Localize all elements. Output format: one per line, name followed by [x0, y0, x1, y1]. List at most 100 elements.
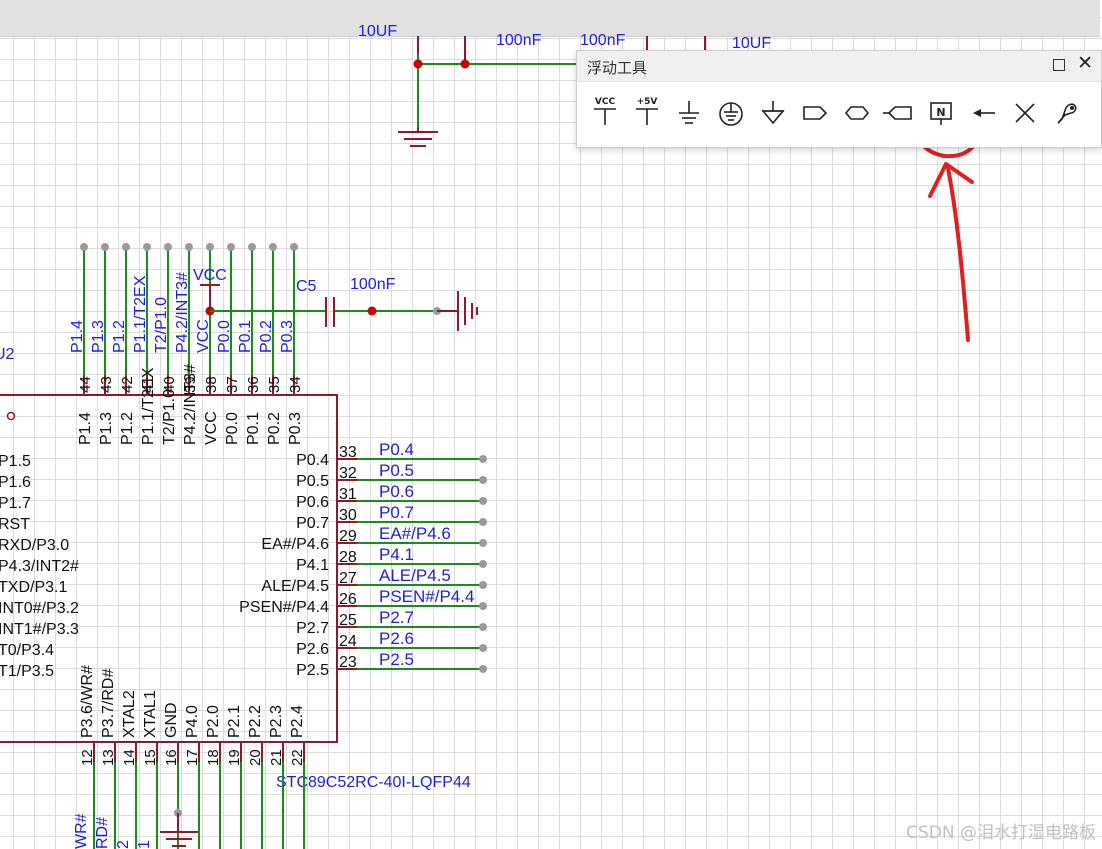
right-net-label[interactable]: P2.7 — [379, 608, 414, 627]
cap-value-partial: 10UF — [358, 23, 397, 40]
right-pin-name: PSEN#/P4.4 — [239, 599, 329, 616]
net-flag-tool-button[interactable] — [967, 95, 999, 131]
pin-end-point[interactable] — [206, 243, 214, 251]
net-label-tool-button[interactable]: N — [925, 95, 957, 131]
pin-end-point[interactable] — [101, 243, 109, 251]
right-net-label[interactable]: PSEN#/P4.4 — [379, 587, 474, 606]
right-net-label[interactable]: ALE/P4.5 — [379, 566, 451, 585]
pin-end-point[interactable] — [80, 243, 88, 251]
right-net-label[interactable]: EA#/P4.6 — [379, 524, 451, 543]
bottom-pin-number: 13 — [100, 749, 117, 766]
floating-toolbar[interactable]: 浮动工具 ✕ VCC +5V N — [576, 50, 1102, 148]
left-pin-name: P4.3/INT2# — [0, 558, 79, 575]
pin-end-point[interactable] — [479, 560, 487, 568]
bottom-pin-number: 22 — [289, 749, 306, 766]
pin-end-point[interactable] — [122, 243, 130, 251]
vcc-net-label: VCC — [193, 267, 227, 284]
top-net-label[interactable]: P0.2 — [258, 320, 275, 353]
no-connect-icon — [1015, 103, 1035, 123]
top-net-label[interactable]: P1.2 — [111, 320, 128, 353]
right-pin-names: P0.4 P0.5 P0.6 P0.7 EA#/P4.6 P4.1 ALE/P4.5 PSEN… — [239, 452, 329, 679]
bottom-net-label[interactable]: 1 — [136, 840, 153, 849]
right-pin-number: 30 — [339, 507, 357, 524]
csdn-watermark: CSDN @泪水打湿电路板 — [906, 823, 1096, 843]
net-port-in-icon — [883, 106, 912, 120]
right-pin-name: ALE/P4.5 — [261, 578, 329, 595]
right-net-labels[interactable]: P0.4 P0.5 P0.6 P0.7 EA#/P4.6 P4.1 ALE/P4.5 PSEN… — [379, 440, 474, 669]
net-port-in-tool-button[interactable] — [883, 95, 915, 131]
pin-end-point[interactable] — [290, 243, 298, 251]
bottom-net-labels[interactable]: WR# RD# 2 1 — [73, 813, 153, 849]
right-net-label[interactable]: P0.6 — [379, 482, 414, 501]
top-net-label[interactable]: P0.0 — [216, 320, 233, 353]
top-net-label[interactable]: P1.3 — [90, 320, 107, 353]
vcc-tool-button[interactable]: VCC — [589, 95, 621, 131]
signal-ground-tool-button[interactable] — [757, 95, 789, 131]
left-pin-name: P1.5 — [0, 453, 31, 470]
no-connect-tool-button[interactable] — [1009, 95, 1041, 131]
bottom-net-label[interactable]: RD# — [94, 817, 111, 849]
top-net-label[interactable]: P0.1 — [237, 320, 254, 353]
left-pin-name: T1/P3.5 — [0, 663, 54, 680]
pin-end-point[interactable] — [269, 243, 277, 251]
right-net-label[interactable]: P4.1 — [379, 545, 414, 564]
bottom-pin-name: XTAL2 — [121, 690, 138, 738]
right-net-label[interactable]: P2.6 — [379, 629, 414, 648]
top-net-label[interactable]: P4.2/INT3# — [174, 272, 191, 353]
probe-tool-button[interactable] — [1051, 95, 1083, 131]
pin-end-point[interactable] — [479, 644, 487, 652]
top-net-label[interactable]: P0.3 — [279, 320, 296, 353]
right-pin-number: 33 — [339, 444, 357, 461]
pin-end-point[interactable] — [479, 623, 487, 631]
bottom-net-label[interactable]: 2 — [115, 840, 132, 849]
cap-value-2: 100nF — [580, 32, 626, 49]
top-pin-name: VCC — [203, 411, 220, 445]
pin-end-point[interactable] — [479, 455, 487, 463]
pin-end-point[interactable] — [479, 476, 487, 484]
bottom-net-label[interactable]: WR# — [73, 813, 90, 849]
top-net-label[interactable]: P1.4 — [69, 320, 86, 353]
pin-end-point[interactable] — [479, 497, 487, 505]
right-pin-name: P4.1 — [296, 557, 329, 574]
right-pin-number: 28 — [339, 549, 357, 566]
maximize-icon[interactable] — [1053, 59, 1065, 71]
top-net-label[interactable]: P1.1/T2EX — [132, 275, 149, 353]
right-pin-number: 24 — [339, 633, 357, 650]
c5-decoupling[interactable]: VCC C5 100nF — [193, 267, 478, 331]
net-port-bi-tool-button[interactable] — [841, 95, 873, 131]
pin-end-point[interactable] — [185, 243, 193, 251]
right-net-label[interactable]: P0.5 — [379, 461, 414, 480]
c5-designator: C5 — [296, 278, 317, 295]
top-net-labels[interactable]: P1.4 P1.3 P1.2 P1.1/T2EX T2/P1.0 P4.2/INT3# VC… — [69, 272, 296, 353]
left-pin-names: P1.5 P1.6 P1.7 RST RXD/P3.0 P4.3/INT2# TXD/P3.… — [0, 453, 79, 680]
right-net-label[interactable]: P0.4 — [379, 440, 414, 459]
signal-ground-icon — [761, 101, 785, 125]
net-port-out-tool-button[interactable] — [799, 95, 831, 131]
close-icon[interactable]: ✕ — [1077, 54, 1093, 74]
ground-tool-button[interactable] — [673, 95, 705, 131]
pin-end-point[interactable] — [164, 243, 172, 251]
top-net-label[interactable]: T2/P1.0 — [153, 297, 170, 353]
bottom-pin-number: 14 — [121, 749, 138, 766]
plus5v-icon — [636, 108, 658, 125]
pin-end-point[interactable] — [143, 243, 151, 251]
pin-end-point[interactable] — [479, 665, 487, 673]
right-net-label[interactable]: P2.5 — [379, 650, 414, 669]
bottom-pin-name: GND — [163, 702, 180, 738]
pin-end-point[interactable] — [479, 518, 487, 526]
pin-end-point[interactable] — [227, 243, 235, 251]
top-net-label[interactable]: VCC — [195, 319, 212, 353]
right-net-label[interactable]: P0.7 — [379, 503, 414, 522]
plus5v-tool-button[interactable]: +5V — [631, 95, 663, 131]
left-pin-name: RXD/P3.0 — [0, 537, 69, 554]
pin-end-point[interactable] — [479, 581, 487, 589]
top-pin-number: 42 — [119, 376, 136, 393]
right-pin-name: P2.5 — [296, 662, 329, 679]
net-port-out-icon — [803, 106, 828, 120]
pin-end-point[interactable] — [479, 602, 487, 610]
pin-end-point[interactable] — [479, 539, 487, 547]
floating-toolbar-titlebar[interactable]: 浮动工具 ✕ — [577, 51, 1101, 82]
pin-end-point[interactable] — [248, 243, 256, 251]
earth-ground-tool-button[interactable] — [715, 95, 747, 131]
bottom-pin-number: 19 — [226, 749, 243, 766]
